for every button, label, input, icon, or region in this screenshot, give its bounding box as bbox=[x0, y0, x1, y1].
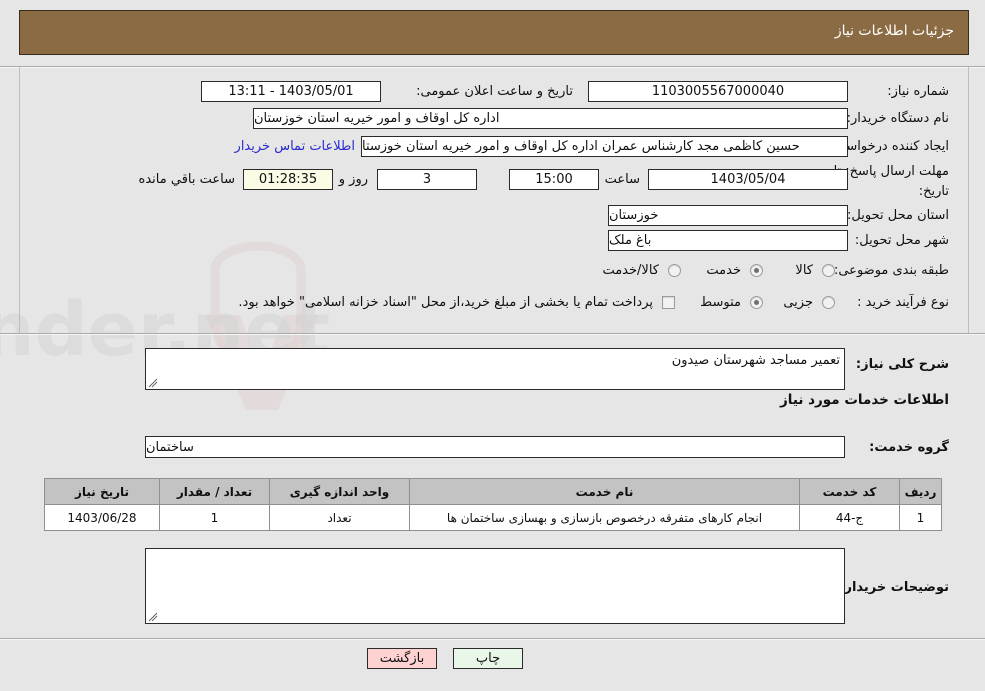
radio-category-kala[interactable] bbox=[822, 264, 835, 277]
col-code: کد خدمت bbox=[799, 478, 900, 505]
remaining-days-label: روز و bbox=[338, 172, 368, 187]
col-unit: واحد اندازه گیری bbox=[269, 478, 410, 505]
remaining-clock-field: 01:28:35 bbox=[243, 169, 333, 190]
need-number-field[interactable]: 1103005567000040 bbox=[588, 81, 848, 102]
buyer-contact-link[interactable]: اطلاعات تماس خریدار bbox=[235, 139, 355, 154]
print-button[interactable]: چاپ bbox=[453, 648, 523, 669]
description-value: تعمیر مساجد شهرستان صیدون bbox=[671, 353, 840, 368]
panel-left-edge bbox=[19, 67, 20, 333]
cell-unit: تعداد bbox=[269, 504, 410, 531]
description-textarea[interactable]: تعمیر مساجد شهرستان صیدون bbox=[145, 348, 845, 390]
col-quantity: تعداد / مقدار bbox=[159, 478, 270, 505]
divider-mid bbox=[0, 333, 985, 335]
buyer-org-field[interactable]: اداره کل اوقاف و امور خیریه استان خوزستا… bbox=[253, 108, 848, 129]
radio-process-jozi[interactable] bbox=[822, 296, 835, 309]
buyer-notes-label: توضیحات خریدار: bbox=[839, 580, 949, 595]
checkbox-treasury-bonds-label: پرداخت تمام یا بخشی از مبلغ خرید،از محل … bbox=[238, 295, 653, 310]
city-field[interactable]: باغ ملک bbox=[608, 230, 848, 251]
cell-quantity: 1 bbox=[159, 504, 270, 531]
page-root: AnaTender.net جزئیات اطلاعات نیاز شماره … bbox=[0, 0, 985, 691]
cell-code: ج-44 bbox=[799, 504, 900, 531]
radio-category-khedmat[interactable] bbox=[750, 264, 763, 277]
cell-date: 1403/06/28 bbox=[44, 504, 160, 531]
province-field[interactable]: خوزستان bbox=[608, 205, 848, 226]
cell-name: انجام کارهای متفرقه درخصوص بازسازی و بهس… bbox=[409, 504, 800, 531]
province-label: استان محل تحویل: bbox=[847, 208, 949, 223]
radio-category-kala-label: کالا bbox=[795, 263, 813, 278]
radio-process-motavaset-label: متوسط bbox=[700, 295, 741, 310]
announce-datetime-field[interactable]: 1403/05/01 - 13:11 bbox=[201, 81, 381, 102]
divider-footer bbox=[0, 638, 985, 640]
radio-category-kala-khedmat[interactable] bbox=[668, 264, 681, 277]
cell-index: 1 bbox=[899, 504, 942, 531]
deadline-date-field[interactable]: 1403/05/04 bbox=[648, 169, 848, 190]
service-group-field[interactable]: ساختمان bbox=[145, 436, 845, 458]
need-number-label: شماره نیاز: bbox=[887, 84, 949, 99]
radio-process-motavaset[interactable] bbox=[750, 296, 763, 309]
service-group-label: گروه خدمت: bbox=[869, 440, 949, 455]
announce-datetime-label: تاریخ و ساعت اعلان عمومی: bbox=[416, 84, 573, 99]
col-index: ردیف bbox=[899, 478, 942, 505]
radio-category-kala-khedmat-label: کالا/خدمت bbox=[602, 263, 659, 278]
resize-grip-icon[interactable] bbox=[148, 378, 158, 388]
category-label: طبقه بندی موضوعی: bbox=[833, 263, 949, 278]
description-label: شرح کلی نیاز: bbox=[855, 357, 949, 372]
remaining-days-field[interactable]: 3 bbox=[377, 169, 477, 190]
divider-top bbox=[0, 66, 985, 68]
services-table: ردیف کد خدمت نام خدمت واحد اندازه گیری ت… bbox=[44, 478, 942, 531]
col-date: تاریخ نیاز bbox=[44, 478, 160, 505]
buyer-org-label: نام دستگاه خریدار: bbox=[846, 111, 949, 126]
panel-right-edge bbox=[968, 67, 969, 333]
radio-process-jozi-label: جزیی bbox=[783, 295, 813, 310]
remaining-suffix-label: ساعت باقي مانده bbox=[138, 172, 235, 187]
process-label: نوع فرآیند خرید : bbox=[857, 295, 949, 310]
deadline-hour-label: ساعت bbox=[604, 172, 640, 187]
table-row[interactable]: 1 ج-44 انجام کارهای متفرقه درخصوص بازساز… bbox=[44, 504, 942, 531]
checkbox-treasury-bonds[interactable] bbox=[662, 296, 675, 309]
deadline-label-line2: تاریخ: bbox=[918, 184, 949, 199]
city-label: شهر محل تحویل: bbox=[854, 233, 949, 248]
col-name: نام خدمت bbox=[409, 478, 800, 505]
resize-grip-icon-notes[interactable] bbox=[148, 612, 158, 622]
radio-category-khedmat-label: خدمت bbox=[706, 263, 741, 278]
back-button[interactable]: بازگشت bbox=[367, 648, 437, 669]
page-title: جزئیات اطلاعات نیاز bbox=[834, 23, 954, 39]
buyer-notes-textarea[interactable] bbox=[145, 548, 845, 624]
table-header-row: ردیف کد خدمت نام خدمت واحد اندازه گیری ت… bbox=[44, 478, 942, 505]
deadline-label-line1: مهلت ارسال پاسخ: تا bbox=[833, 164, 949, 179]
requester-field[interactable]: حسین کاظمی مجد کارشناس عمران اداره کل او… bbox=[361, 136, 848, 157]
header-bar: جزئیات اطلاعات نیاز bbox=[19, 10, 969, 55]
services-section-title: اطلاعات خدمات مورد نیاز bbox=[779, 392, 949, 408]
deadline-time-field[interactable]: 15:00 bbox=[509, 169, 599, 190]
